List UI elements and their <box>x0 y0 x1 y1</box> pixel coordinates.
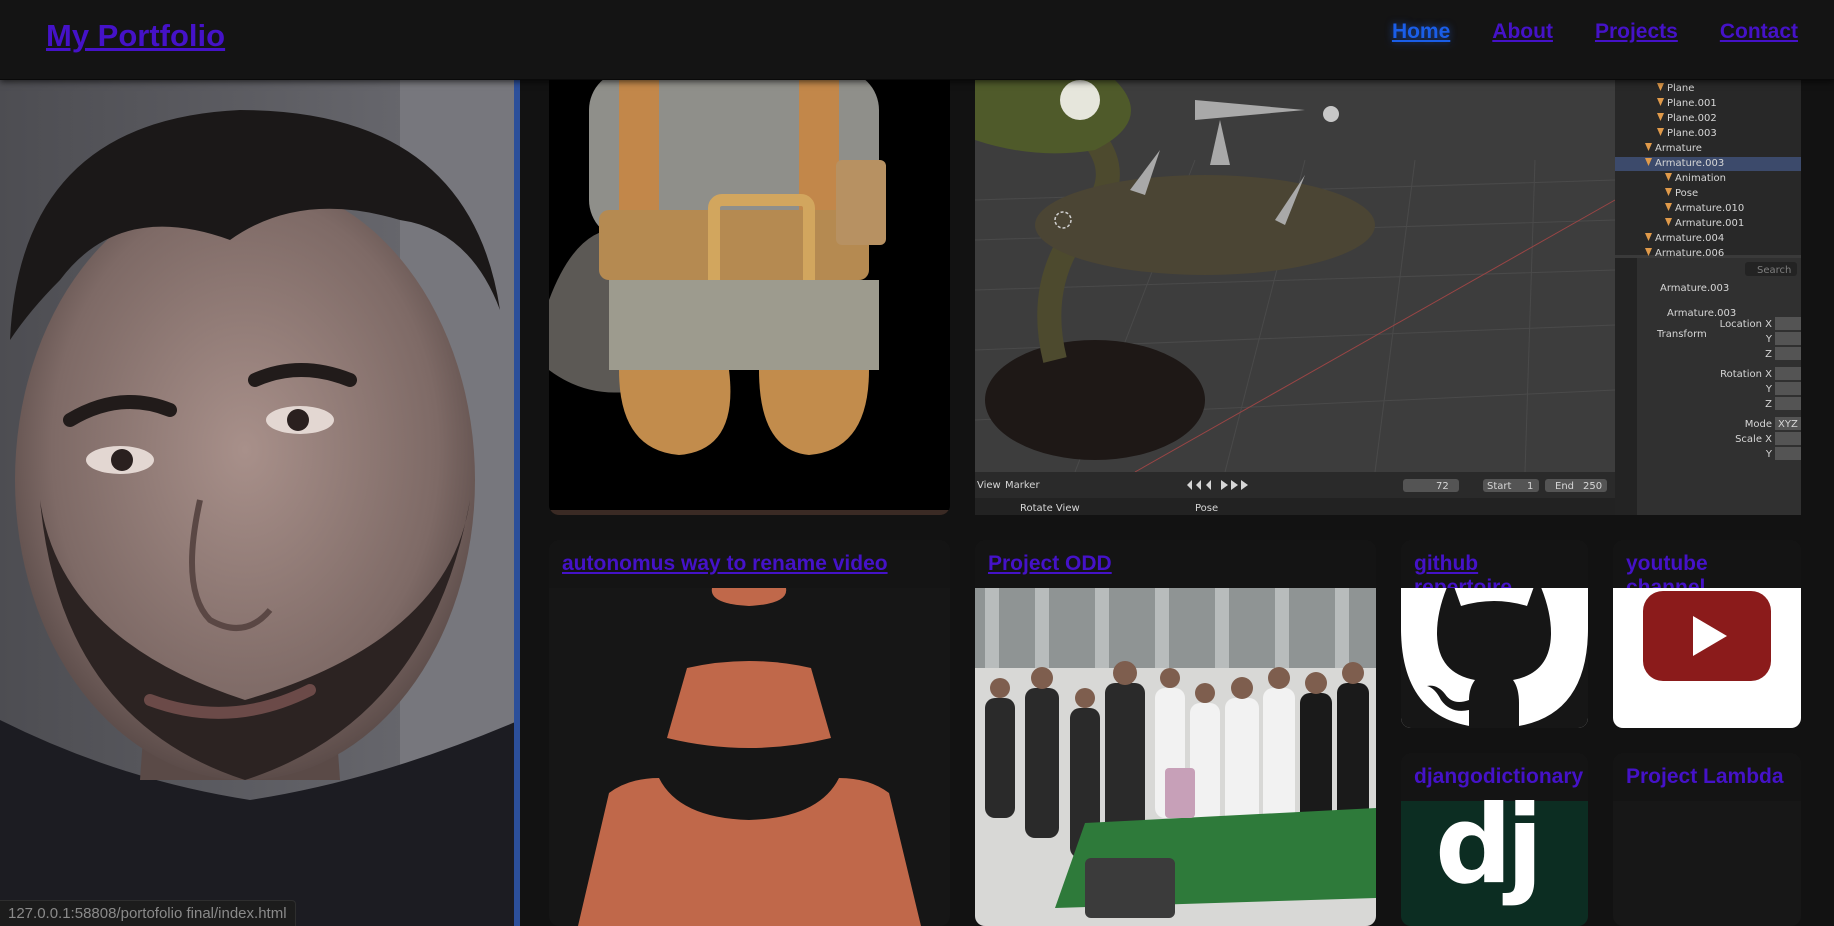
nav-projects-link[interactable]: Projects <box>1595 20 1678 44</box>
profile-photo: 127.0.0.1:58808/portofolio final/index.h… <box>0 80 520 926</box>
timeline-end-value[interactable]: 250 <box>1583 481 1602 492</box>
footer-pose-hint: Pose <box>1195 503 1218 514</box>
brand-link[interactable]: My Portfolio <box>46 18 225 54</box>
navbar: My Portfolio Home About Projects Contact <box>0 0 1834 80</box>
outliner-row[interactable]: Plane.002 <box>1667 113 1717 124</box>
lambda-card-body <box>1613 801 1801 926</box>
project-card-lambda[interactable]: Project Lambda <box>1613 753 1801 926</box>
transform-property-label: Y <box>1765 449 1773 460</box>
card-header: github repertoire <box>1401 540 1588 599</box>
card-title[interactable]: Project Lambda <box>1626 765 1784 788</box>
profile-photo-illustration <box>0 80 514 926</box>
outliner-row[interactable]: Armature.010 <box>1675 203 1744 214</box>
rotation-mode-value[interactable]: XYZ <box>1778 419 1798 430</box>
outliner-row[interactable]: Armature.006 <box>1655 248 1724 259</box>
card-header: Project ODD <box>975 540 1376 588</box>
outliner-row[interactable]: Animation <box>1675 173 1726 184</box>
properties-data-name[interactable]: Armature.003 <box>1667 308 1736 319</box>
card-header: youtube channel <box>1613 540 1801 599</box>
status-bar-url: 127.0.0.1:58808/portofolio final/index.h… <box>0 900 296 926</box>
transform-property-label: Mode <box>1745 419 1772 430</box>
transform-property-label: Z <box>1765 399 1772 410</box>
transform-property-label: Rotation X <box>1720 369 1772 380</box>
outliner-row[interactable]: Plane.001 <box>1667 98 1717 109</box>
timeline-current-frame[interactable]: 72 <box>1436 481 1449 492</box>
timeline-marker-menu[interactable]: Marker <box>1005 480 1040 491</box>
transform-property-field[interactable] <box>1775 332 1801 345</box>
project-card-django[interactable]: djangodictionary dj <box>1401 753 1588 926</box>
transform-property-field[interactable] <box>1775 317 1801 330</box>
blender-screenshot-image: View Marker 72 Start 1 End 250 Rotate Vi… <box>975 80 1801 515</box>
outliner-row[interactable]: Plane <box>1667 83 1694 94</box>
outliner-row[interactable]: Armature.004 <box>1655 233 1724 244</box>
transform-property-label: Y <box>1765 384 1773 395</box>
blender-screenshot[interactable]: View Marker 72 Start 1 End 250 Rotate Vi… <box>975 80 1801 515</box>
transform-property-field[interactable] <box>1775 347 1801 360</box>
outliner-row[interactable]: Armature.003 <box>1655 158 1724 169</box>
card-title-link[interactable]: autonomus way to rename video <box>562 552 888 575</box>
transform-property-label: Y <box>1765 334 1773 345</box>
card-header: Project Lambda <box>1613 753 1801 801</box>
main-nav: Home About Projects Contact <box>1350 20 1798 44</box>
transform-property-field[interactable] <box>1775 367 1801 380</box>
card-title-link[interactable]: Project ODD <box>988 552 1112 575</box>
project-card-github[interactable]: github repertoire <box>1401 540 1588 728</box>
card-header: autonomus way to rename video <box>549 540 950 588</box>
properties-search[interactable]: Search <box>1757 265 1791 276</box>
youtube-logo-icon <box>1613 588 1801 728</box>
vlc-cone-icon <box>549 588 950 926</box>
outliner-row[interactable]: Armature.001 <box>1675 218 1744 229</box>
transform-property-field[interactable] <box>1775 432 1801 445</box>
transform-property-field[interactable] <box>1775 397 1801 410</box>
transform-property-field[interactable] <box>1775 447 1801 460</box>
nav-about-link[interactable]: About <box>1492 20 1553 44</box>
outliner-row[interactable]: Pose <box>1675 188 1698 199</box>
outliner-row[interactable]: Armature <box>1655 143 1702 154</box>
nav-home-link[interactable]: Home <box>1392 20 1450 44</box>
django-logo-text: dj <box>1435 783 1543 908</box>
transform-property-label: Z <box>1765 349 1772 360</box>
project-card-odd[interactable]: Project ODD <box>975 540 1376 926</box>
transform-property-label: Scale X <box>1735 434 1772 445</box>
timeline-end-label: End <box>1555 481 1574 492</box>
outliner-row[interactable]: Plane.003 <box>1667 128 1717 139</box>
doll-render-card[interactable] <box>549 70 950 515</box>
footer-rotate-hint: Rotate View <box>1020 503 1080 514</box>
nav-contact-link[interactable]: Contact <box>1720 20 1798 44</box>
properties-object-name: Armature.003 <box>1660 283 1729 294</box>
transform-property-field[interactable] <box>1775 382 1801 395</box>
timeline-start-label: Start <box>1487 481 1512 492</box>
transform-property-label: Location X <box>1720 319 1772 330</box>
timeline-view-menu[interactable]: View <box>977 480 1001 491</box>
project-odd-photo <box>975 588 1376 926</box>
timeline-start-value[interactable]: 1 <box>1527 481 1533 492</box>
github-logo-icon <box>1401 540 1588 728</box>
doll-render-image <box>549 70 950 515</box>
project-card-youtube[interactable]: youtube channel <box>1613 540 1801 728</box>
project-card-vlc[interactable]: autonomus way to rename video <box>549 540 950 926</box>
transform-panel-header[interactable]: Transform <box>1656 329 1707 340</box>
django-logo-icon: dj <box>1401 783 1588 926</box>
